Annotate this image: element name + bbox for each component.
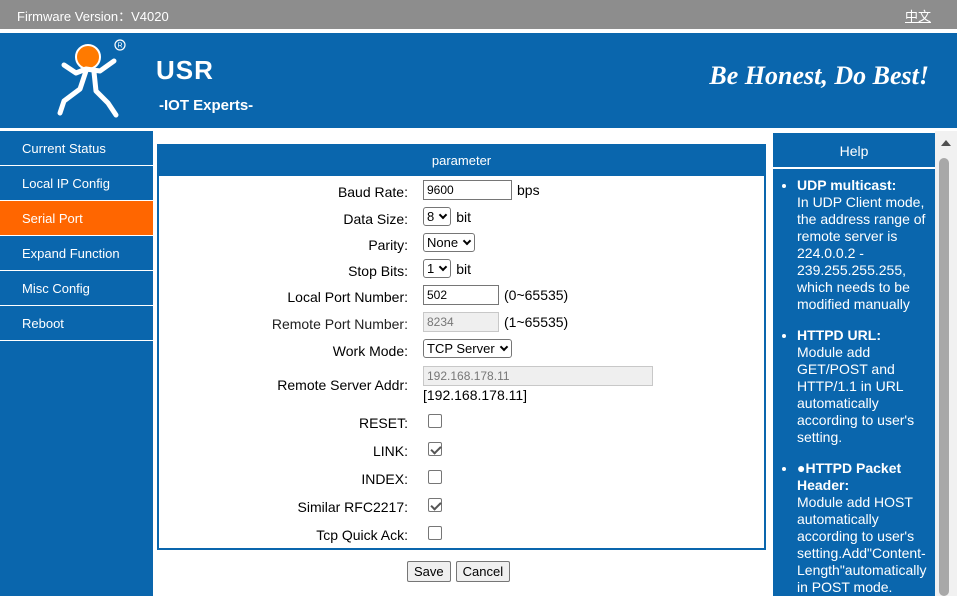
reset-label: RESET: — [358, 415, 408, 431]
rfc2217-label: Similar RFC2217: — [297, 499, 408, 515]
baud-rate-input[interactable] — [423, 180, 512, 200]
index-label: INDEX: — [361, 471, 408, 487]
remote-port-row: Remote Port Number: (1~65535) — [159, 312, 764, 336]
sidebar-item-serial-port[interactable]: Serial Port — [0, 201, 153, 236]
quick-ack-checkbox[interactable] — [428, 526, 442, 540]
parameter-panel: parameter Baud Rate: bps Data Size: 8 bi… — [157, 144, 766, 550]
help-item: HTTPD URL:Module add GET/POST and HTTP/1… — [797, 327, 935, 446]
sidebar-item-reboot[interactable]: Reboot — [0, 306, 153, 341]
parity-select[interactable]: None — [423, 233, 476, 252]
data-size-value: 8 — [427, 209, 435, 224]
stop-bits-select[interactable]: 1 — [423, 259, 452, 278]
data-size-label: Data Size: — [343, 211, 408, 227]
parity-label: Parity: — [368, 237, 408, 253]
stop-bits-label: Stop Bits: — [348, 263, 408, 279]
local-port-label: Local Port Number: — [287, 289, 408, 305]
help-item-text: Module add HOST automatically according … — [797, 494, 927, 595]
scrollbar-thumb[interactable] — [939, 158, 949, 596]
help-item-heading: ●HTTPD Packet Header: — [797, 460, 902, 493]
help-item-heading: HTTPD URL: — [797, 327, 881, 343]
chevron-down-icon — [438, 210, 448, 220]
help-panel: Help UDP multicast:In UDP Client mode, t… — [773, 133, 935, 596]
data-size-unit: bit — [456, 208, 472, 225]
svg-text:R: R — [117, 43, 122, 50]
remote-port-label: Remote Port Number: — [271, 316, 408, 332]
top-bar: Firmware Version：V4020 中文 — [0, 0, 957, 29]
chevron-down-icon — [462, 236, 472, 246]
help-item-heading: UDP multicast: — [797, 177, 897, 193]
sidebar: Current Status Local IP Config Serial Po… — [0, 131, 153, 596]
baud-rate-label: Baud Rate: — [337, 184, 408, 200]
scrollbar[interactable] — [935, 131, 957, 596]
link-checkbox[interactable] — [428, 442, 442, 456]
quick-ack-label: Tcp Quick Ack: — [316, 527, 408, 543]
help-item: ●HTTPD Packet Header:Module add HOST aut… — [797, 460, 935, 596]
help-body: UDP multicast:In UDP Client mode, the ad… — [773, 177, 935, 596]
baud-rate-unit: bps — [517, 182, 540, 198]
work-mode-value: TCP Server — [427, 341, 495, 356]
stop-bits-row: Stop Bits: 1 bit — [159, 259, 764, 283]
index-checkbox[interactable] — [428, 470, 442, 484]
baud-rate-row: Baud Rate: bps — [159, 180, 764, 204]
quick-ack-row: Tcp Quick Ack: — [159, 523, 764, 547]
rfc2217-checkbox[interactable] — [428, 498, 442, 512]
local-port-input[interactable] — [423, 285, 499, 305]
panel-title: parameter — [159, 146, 764, 176]
reset-row: RESET: — [159, 411, 764, 435]
form-buttons: Save Cancel — [407, 561, 511, 582]
scroll-up-arrow-icon[interactable] — [941, 140, 951, 146]
language-link[interactable]: 中文 — [905, 6, 931, 25]
chevron-down-icon — [438, 262, 448, 272]
work-mode-label: Work Mode: — [332, 343, 408, 359]
help-item-text: Module add GET/POST and HTTP/1.1 in URL … — [797, 344, 915, 445]
help-item-text: In UDP Client mode, the address range of… — [797, 194, 926, 312]
help-item: UDP multicast:In UDP Client mode, the ad… — [797, 177, 935, 313]
firmware-version: Firmware Version：V4020 — [17, 9, 169, 24]
link-label: LINK: — [372, 443, 408, 459]
work-mode-row: Work Mode: TCP Server — [159, 339, 764, 363]
local-port-range: (0~65535) — [504, 287, 569, 303]
sidebar-item-local-ip-config[interactable]: Local IP Config — [0, 166, 153, 201]
work-mode-select[interactable]: TCP Server — [423, 339, 512, 358]
brand-name: USR — [156, 55, 214, 85]
stop-bits-unit: bit — [456, 260, 472, 277]
parity-row: Parity: None — [159, 233, 764, 257]
data-size-row: Data Size: 8 bit — [159, 207, 764, 231]
usr-logo-icon: R — [57, 39, 126, 118]
remote-port-range: (1~65535) — [504, 314, 569, 330]
reset-checkbox[interactable] — [428, 414, 442, 428]
remote-addr-row: Remote Server Addr: [192.168.178.11] — [159, 366, 764, 406]
link-row: LINK: — [159, 439, 764, 463]
remote-addr-label: Remote Server Addr: — [277, 377, 408, 393]
sidebar-item-expand-function[interactable]: Expand Function — [0, 236, 153, 271]
brand-subtitle: -IOT Experts- — [159, 97, 254, 114]
sidebar-item-current-status[interactable]: Current Status — [0, 131, 153, 166]
slogan: Be Honest, Do Best! — [709, 61, 929, 90]
index-row: INDEX: — [159, 467, 764, 491]
remote-port-input[interactable] — [423, 312, 499, 332]
chevron-down-icon — [499, 342, 508, 352]
stop-bits-value: 1 — [427, 261, 435, 276]
parity-value: None — [427, 235, 459, 250]
save-button[interactable]: Save — [407, 561, 451, 582]
sidebar-item-misc-config[interactable]: Misc Config — [0, 271, 153, 306]
remote-addr-display: [192.168.178.11] — [423, 387, 528, 403]
cancel-button[interactable]: Cancel — [455, 561, 511, 582]
header-banner: R USR -IOT Experts- Be Honest, Do Best! — [0, 33, 957, 128]
data-size-select[interactable]: 8 — [423, 207, 452, 226]
local-port-row: Local Port Number: (0~65535) — [159, 285, 764, 309]
remote-addr-input[interactable] — [423, 366, 653, 386]
help-title: Help — [773, 133, 935, 169]
rfc2217-row: Similar RFC2217: — [159, 495, 764, 519]
